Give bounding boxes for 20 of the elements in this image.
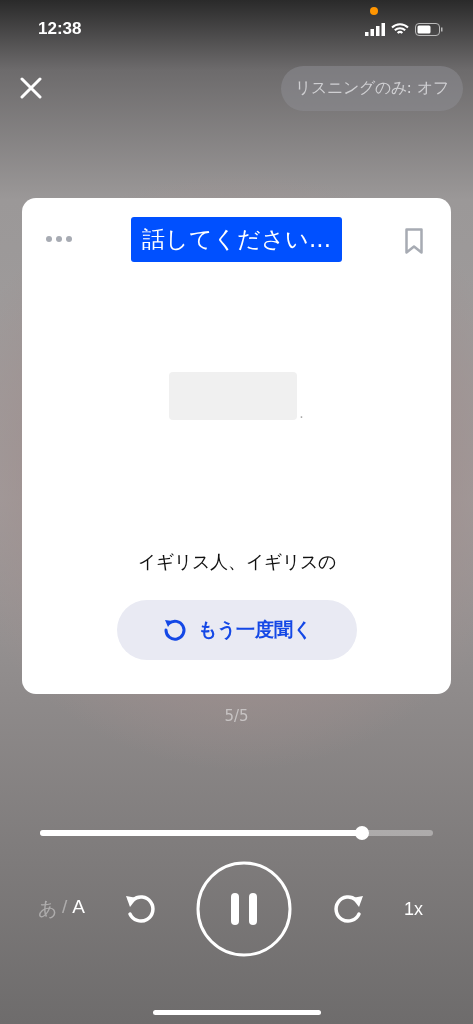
sentence-period: . (299, 406, 304, 420)
signal-icon (365, 22, 385, 36)
speed-button[interactable]: 1x (403, 898, 423, 920)
hint-text: イギリス人、イギリスの (137, 550, 336, 574)
wifi-icon (391, 22, 409, 36)
pause-icon[interactable] (196, 861, 293, 957)
bookmark-icon[interactable] (405, 228, 423, 254)
close-icon[interactable] (20, 77, 42, 99)
rewind-icon[interactable] (123, 892, 158, 926)
speak-prompt: 話してください... (131, 217, 342, 262)
slider-thumb[interactable] (355, 826, 370, 840)
toggle-separator: / (62, 896, 68, 919)
replay-button[interactable]: もう一度聞く (116, 600, 357, 660)
card-counter: 5/5 (223, 707, 250, 725)
status-time: 12:38 (38, 19, 82, 39)
script-toggle-option[interactable]: A (72, 896, 85, 922)
forward-icon[interactable] (331, 892, 366, 926)
battery-icon (415, 22, 443, 36)
listening-only-toggle[interactable]: リスニングのみ: オフ (280, 65, 463, 111)
more-icon[interactable] (46, 236, 72, 242)
